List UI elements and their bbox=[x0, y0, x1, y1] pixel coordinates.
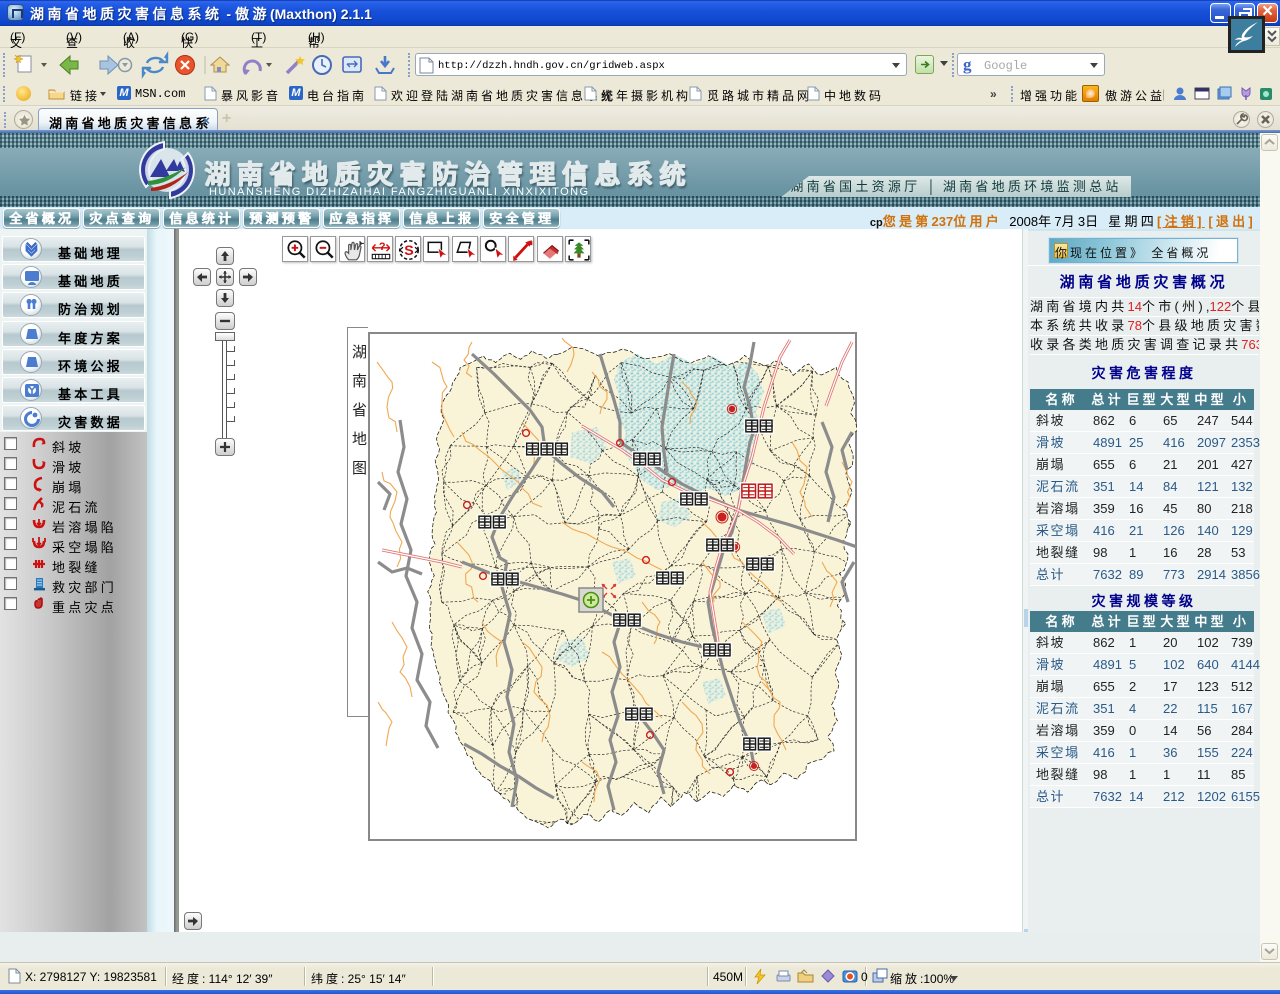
svg-text:?: ? bbox=[379, 241, 386, 253]
svg-text:S: S bbox=[404, 243, 413, 259]
